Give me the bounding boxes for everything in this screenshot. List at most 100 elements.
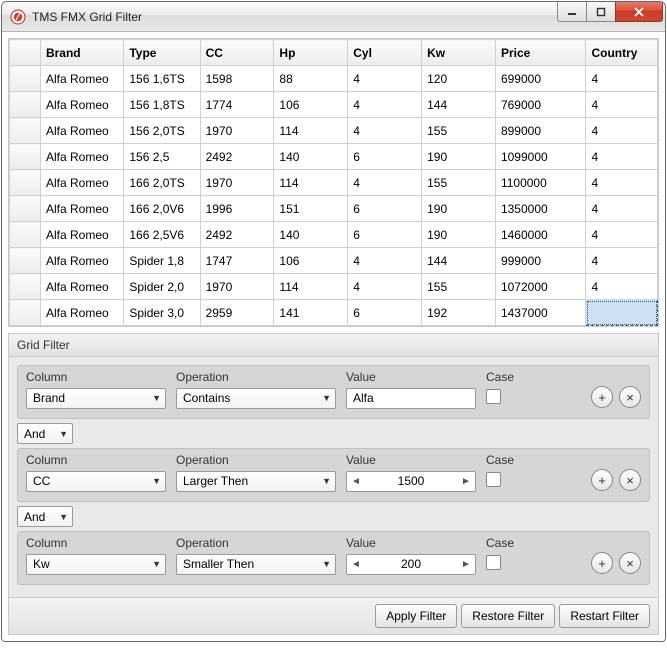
grid-cell[interactable]: 6 <box>348 144 422 170</box>
operation-select[interactable]: Smaller Then▼ <box>176 554 336 575</box>
row-header[interactable] <box>10 118 41 144</box>
grid-cell[interactable]: 166 2,5V6 <box>124 222 200 248</box>
column-select[interactable]: Kw▼ <box>26 554 166 575</box>
grid-cell[interactable]: 114 <box>274 274 348 300</box>
grid-cell[interactable]: Alfa Romeo <box>40 248 123 274</box>
grid-cell[interactable]: Alfa Romeo <box>40 92 123 118</box>
join-select[interactable]: And▼ <box>17 506 73 527</box>
case-checkbox[interactable] <box>486 555 501 570</box>
add-condition-button[interactable]: + <box>591 552 613 574</box>
data-grid[interactable]: Brand Type CC Hp Cyl Kw Price Country Al… <box>8 38 659 327</box>
grid-cell[interactable]: 155 <box>422 274 496 300</box>
col-header-brand[interactable]: Brand <box>40 40 123 66</box>
grid-cell[interactable]: Spider 3,0 <box>124 300 200 326</box>
table-row[interactable]: Alfa Romeo156 1,8TS177410641447690004 <box>10 92 658 118</box>
grid-cell[interactable]: 4 <box>348 248 422 274</box>
grid-cell[interactable]: 106 <box>274 92 348 118</box>
grid-cell[interactable]: 190 <box>422 196 496 222</box>
grid-cell[interactable]: 4 <box>586 92 658 118</box>
row-header[interactable] <box>10 300 41 326</box>
grid-cell[interactable]: 4 <box>586 118 658 144</box>
row-header[interactable] <box>10 144 41 170</box>
column-select[interactable]: Brand▼ <box>26 388 166 409</box>
grid-cell[interactable]: 1460000 <box>495 222 586 248</box>
col-header-country[interactable]: Country <box>586 40 658 66</box>
col-header-cyl[interactable]: Cyl <box>348 40 422 66</box>
col-header-cc[interactable]: CC <box>200 40 274 66</box>
spin-increment-icon[interactable]: ► <box>457 559 475 570</box>
col-header-type[interactable]: Type <box>124 40 200 66</box>
grid-cell[interactable]: 1747 <box>200 248 274 274</box>
grid-cell[interactable]: 156 2,5 <box>124 144 200 170</box>
grid-cell[interactable]: 1072000 <box>495 274 586 300</box>
grid-cell[interactable]: Alfa Romeo <box>40 170 123 196</box>
grid-cell[interactable]: 2492 <box>200 222 274 248</box>
operation-select[interactable]: Contains▼ <box>176 388 336 409</box>
grid-cell[interactable]: 4 <box>348 92 422 118</box>
add-condition-button[interactable]: + <box>591 386 613 408</box>
grid-cell[interactable]: 4 <box>586 66 658 92</box>
operation-select[interactable]: Larger Then▼ <box>176 471 336 492</box>
grid-cell[interactable]: 144 <box>422 92 496 118</box>
grid-cell[interactable]: 156 1,6TS <box>124 66 200 92</box>
grid-cell[interactable]: 1970 <box>200 170 274 196</box>
grid-cell[interactable]: 141 <box>274 300 348 326</box>
remove-condition-button[interactable]: × <box>619 552 641 574</box>
grid-cell[interactable]: 4 <box>348 274 422 300</box>
grid-cell[interactable]: 106 <box>274 248 348 274</box>
grid-cell[interactable]: 166 2,0V6 <box>124 196 200 222</box>
grid-cell[interactable]: 2959 <box>200 300 274 326</box>
grid-cell[interactable]: Spider 2,0 <box>124 274 200 300</box>
grid-cell[interactable]: 4 <box>586 274 658 300</box>
row-header[interactable] <box>10 248 41 274</box>
grid-cell[interactable]: 899000 <box>495 118 586 144</box>
grid-cell[interactable]: 155 <box>422 118 496 144</box>
grid-cell[interactable]: Alfa Romeo <box>40 66 123 92</box>
value-spin[interactable]: ◄1500► <box>346 471 476 492</box>
remove-condition-button[interactable]: × <box>619 469 641 491</box>
row-header[interactable] <box>10 170 41 196</box>
grid-cell[interactable]: Alfa Romeo <box>40 300 123 326</box>
grid-cell[interactable]: 190 <box>422 144 496 170</box>
grid-cell[interactable]: 2492 <box>200 144 274 170</box>
maximize-button[interactable] <box>586 2 616 22</box>
column-select[interactable]: CC▼ <box>26 471 166 492</box>
grid-cell[interactable]: 6 <box>348 300 422 326</box>
value-display[interactable]: 200 <box>365 557 457 571</box>
grid-cell[interactable]: 114 <box>274 170 348 196</box>
row-header[interactable] <box>10 66 41 92</box>
grid-cell[interactable]: 699000 <box>495 66 586 92</box>
spin-increment-icon[interactable]: ► <box>457 476 475 487</box>
grid-cell[interactable]: 769000 <box>495 92 586 118</box>
close-button[interactable] <box>615 2 663 22</box>
grid-cell[interactable]: 6 <box>348 222 422 248</box>
grid-cell[interactable]: 144 <box>422 248 496 274</box>
table-row[interactable]: Alfa RomeoSpider 2,01970114415510720004 <box>10 274 658 300</box>
case-checkbox[interactable] <box>486 389 501 404</box>
grid-cell[interactable]: 1970 <box>200 274 274 300</box>
grid-cell[interactable]: 4 <box>348 170 422 196</box>
grid-cell[interactable]: Alfa Romeo <box>40 118 123 144</box>
grid-cell[interactable]: 88 <box>274 66 348 92</box>
grid-cell[interactable]: 140 <box>274 222 348 248</box>
grid-cell[interactable]: 4 <box>348 118 422 144</box>
col-header-price[interactable]: Price <box>495 40 586 66</box>
apply-filter-button[interactable]: Apply Filter <box>375 604 457 628</box>
minimize-button[interactable] <box>557 2 587 22</box>
grid-cell[interactable]: 4 <box>348 66 422 92</box>
grid-cell[interactable]: 155 <box>422 170 496 196</box>
grid-cell[interactable]: 166 2,0TS <box>124 170 200 196</box>
row-header[interactable] <box>10 274 41 300</box>
grid-cell[interactable]: 4 <box>586 222 658 248</box>
grid-cell[interactable]: 1099000 <box>495 144 586 170</box>
grid-cell[interactable]: 156 1,8TS <box>124 92 200 118</box>
case-checkbox[interactable] <box>486 472 501 487</box>
table-row[interactable]: Alfa RomeoSpider 3,0295914161921437000 <box>10 300 658 326</box>
grid-cell[interactable]: 1996 <box>200 196 274 222</box>
grid-cell[interactable]: 999000 <box>495 248 586 274</box>
add-condition-button[interactable]: + <box>591 469 613 491</box>
table-row[interactable]: Alfa Romeo156 2,0TS197011441558990004 <box>10 118 658 144</box>
grid-cell[interactable]: 1774 <box>200 92 274 118</box>
grid-cell[interactable]: 190 <box>422 222 496 248</box>
table-row[interactable]: Alfa Romeo166 2,0TS1970114415511000004 <box>10 170 658 196</box>
